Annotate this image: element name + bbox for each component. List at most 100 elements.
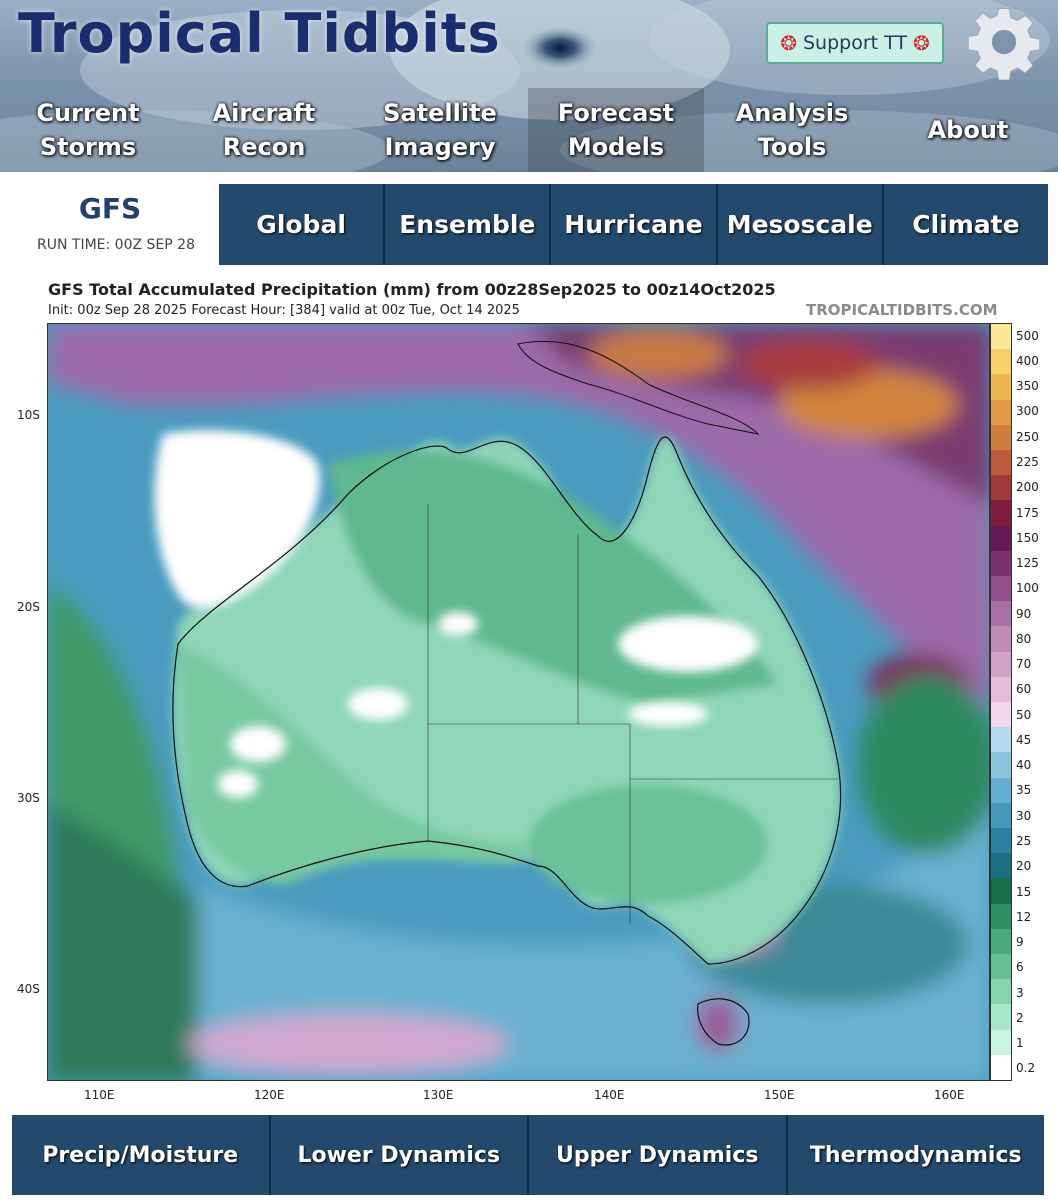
colorbar-label: 30 [1016, 808, 1032, 823]
gear-icon[interactable] [966, 4, 1042, 80]
tab-upper-dynamics[interactable]: Upper Dynamics [529, 1115, 788, 1195]
colorbar-segment [991, 651, 1011, 677]
colorbar-label: 100 [1016, 581, 1039, 596]
site-logo[interactable]: Tropical Tidbits [18, 2, 501, 65]
colorbar-label: 125 [1016, 556, 1039, 571]
colorbar-segment [991, 500, 1011, 526]
lon-label: 110E [84, 1088, 115, 1102]
colorbar-segment [991, 979, 1011, 1005]
support-button[interactable]: ❂ Support TT ❂ [766, 22, 944, 64]
colorbar-label: 50 [1016, 707, 1032, 722]
colorbar-label: 40 [1016, 758, 1032, 773]
tab-lower-dynamics[interactable]: Lower Dynamics [270, 1115, 529, 1195]
tab-precip-moisture[interactable]: Precip/Moisture [12, 1115, 271, 1195]
lat-label: 40S [17, 982, 40, 996]
map-subtitle: Init: 00z Sep 28 2025 Forecast Hour: [38… [48, 303, 520, 318]
colorbar-segment [991, 953, 1011, 980]
colorbar-label: 2 [1016, 1010, 1024, 1025]
colorbar-segment [991, 424, 1011, 450]
tab-ensemble[interactable]: Ensemble [385, 184, 552, 265]
lon-label: 160E [934, 1088, 965, 1102]
nav-about[interactable]: About [880, 88, 1056, 172]
support-label: Support TT [802, 32, 908, 54]
colorbar-segment [991, 802, 1011, 828]
nav-analysis-tools[interactable]: Analysis Tools [704, 88, 880, 172]
colorbar-label: 250 [1016, 429, 1039, 444]
model-tabs: Global Ensemble Hurricane Mesoscale Clim… [219, 184, 1049, 265]
colorbar-segment [991, 601, 1011, 627]
colorbar-label: 45 [1016, 732, 1032, 747]
colorbar-label: 500 [1016, 328, 1039, 343]
colorbar-label: 25 [1016, 833, 1032, 848]
lat-label: 10S [17, 408, 40, 422]
lon-label: 120E [254, 1088, 285, 1102]
colorbar-segment [991, 878, 1011, 904]
colorbar-label: 70 [1016, 657, 1032, 672]
lon-label: 130E [423, 1088, 454, 1102]
colorbar-segment [991, 550, 1011, 576]
colorbar-segment [991, 449, 1011, 476]
colorbar-label: 15 [1016, 884, 1032, 899]
lon-label: 140E [594, 1088, 625, 1102]
colorbar-label: 80 [1016, 631, 1032, 646]
colorbar-segment [991, 701, 1011, 728]
hurricane-icon: ❂ [913, 31, 930, 55]
colorbar-label: 150 [1016, 530, 1039, 545]
colorbar-segment [991, 323, 1011, 350]
nav-satellite-imagery[interactable]: Satellite Imagery [352, 88, 528, 172]
hurricane-icon: ❂ [780, 31, 797, 55]
colorbar-label: 20 [1016, 859, 1032, 874]
colorbar-segment [991, 525, 1011, 551]
lon-label: 150E [764, 1088, 795, 1102]
map-credit: TROPICALTIDBITS.COM [806, 301, 998, 319]
colorbar-label: 225 [1016, 454, 1039, 469]
colorbar-segment [991, 1029, 1011, 1055]
main-nav: Current Storms Aircraft Recon Satellite … [0, 88, 1058, 172]
precipitation-map[interactable] [47, 323, 990, 1081]
tab-thermodynamics[interactable]: Thermodynamics [787, 1115, 1044, 1195]
colorbar-label: 0.2 [1016, 1061, 1036, 1076]
colorbar-label: 35 [1016, 783, 1032, 798]
lat-label: 20S [17, 600, 40, 614]
tab-hurricane[interactable]: Hurricane [551, 184, 718, 265]
colorbar-segment [991, 475, 1011, 501]
colorbar-segment [991, 928, 1011, 954]
nav-current-storms[interactable]: Current Storms [0, 88, 176, 172]
colorbar-segment [991, 349, 1011, 375]
colorbar-label: 90 [1016, 606, 1032, 621]
colorbar-segment [991, 727, 1011, 753]
colorbar-segment [991, 399, 1011, 425]
colorbar-segment [991, 1054, 1011, 1080]
nav-forecast-models[interactable]: Forecast Models [528, 88, 704, 172]
colorbar-label: 6 [1016, 960, 1024, 975]
colorbar-label: 300 [1016, 404, 1039, 419]
colorbar-label: 350 [1016, 379, 1039, 394]
run-time: RUN TIME: 00Z SEP 28 [37, 237, 195, 253]
lat-label: 30S [17, 791, 40, 805]
colorbar-label: 400 [1016, 353, 1039, 368]
colorbar-segment [991, 752, 1011, 778]
colorbar-segment [991, 903, 1011, 929]
category-nav: Precip/Moisture Lower Dynamics Upper Dyn… [12, 1115, 1044, 1195]
colorbar-segment [991, 853, 1011, 879]
model-name: GFS [78, 192, 142, 225]
colorbar-segment [991, 777, 1011, 803]
colorbar-segment [991, 827, 1011, 854]
colorbar-label: 1 [1016, 1036, 1024, 1051]
tab-global[interactable]: Global [219, 184, 386, 265]
map-title: GFS Total Accumulated Precipitation (mm)… [48, 280, 776, 299]
colorbar-label: 200 [1016, 480, 1039, 495]
colorbar-label: 3 [1016, 985, 1024, 1000]
tab-mesoscale[interactable]: Mesoscale [717, 184, 884, 265]
colorbar-label: 12 [1016, 909, 1032, 924]
colorbar-segment [991, 676, 1011, 702]
colorbar-label: 60 [1016, 682, 1032, 697]
colorbar-segment [991, 374, 1011, 400]
site-header: Tropical Tidbits ❂ Support TT ❂ Current … [0, 0, 1058, 172]
tab-climate[interactable]: Climate [883, 184, 1049, 265]
colorbar-segment [991, 575, 1011, 602]
colorbar-segment [991, 626, 1011, 652]
colorbar [990, 323, 1012, 1081]
nav-aircraft-recon[interactable]: Aircraft Recon [176, 88, 352, 172]
colorbar-label: 175 [1016, 505, 1039, 520]
